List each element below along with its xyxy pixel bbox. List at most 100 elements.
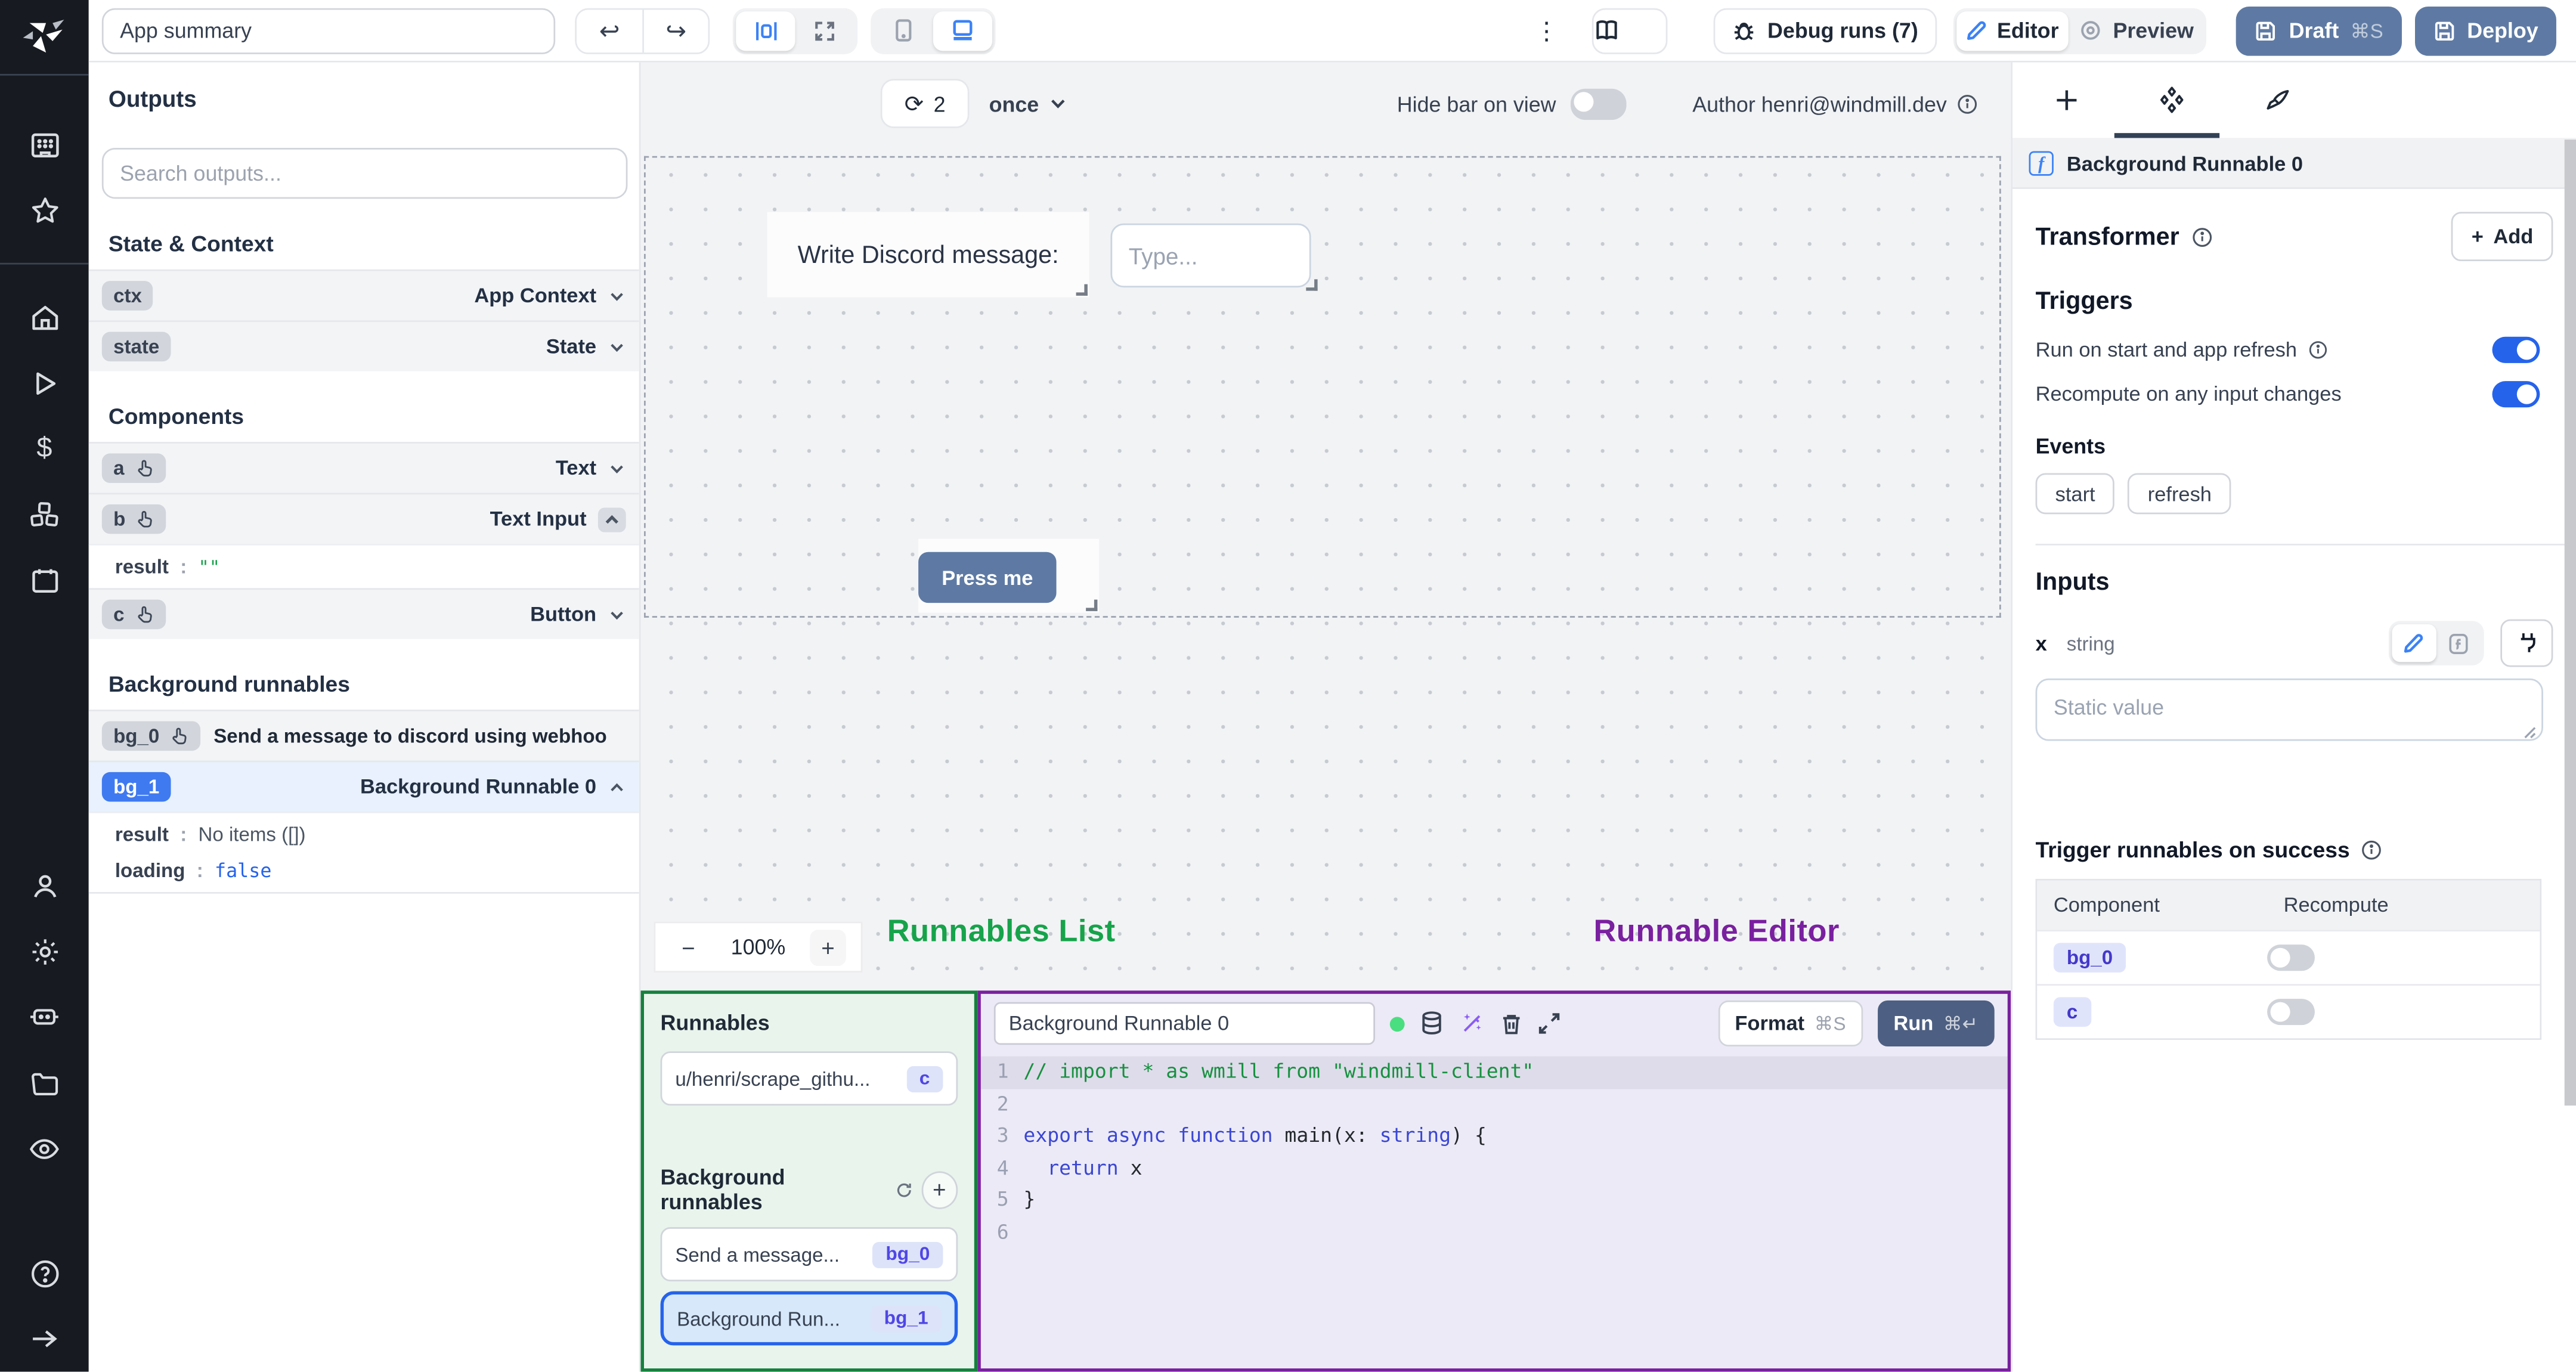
settings-components-tab-icon[interactable] — [2157, 85, 2187, 116]
runnable-item-bg0[interactable]: Send a message... bg_0 — [660, 1227, 958, 1282]
rail-schedules-icon[interactable] — [0, 547, 89, 612]
output-row-c[interactable]: c Button — [88, 588, 639, 639]
redo-button[interactable]: ↪ — [642, 9, 708, 52]
runnable-item-badge: bg_0 — [872, 1241, 943, 1268]
chevron-down-icon[interactable] — [608, 337, 626, 355]
chevron-up-icon[interactable] — [608, 778, 626, 796]
zoom-out-button[interactable]: − — [670, 929, 707, 965]
frequency-dropdown[interactable]: once — [989, 91, 1069, 116]
output-row-bg0[interactable]: bg_0 Send a message to discord using web… — [88, 710, 639, 761]
rail-resources-icon[interactable] — [0, 481, 89, 547]
resize-handle[interactable] — [1086, 599, 1098, 611]
c-ref-badge[interactable]: c — [2053, 997, 2091, 1027]
center-layout-button[interactable] — [736, 10, 795, 51]
canvas-grid-container[interactable]: Write Discord message: Press me — [643, 156, 2001, 618]
code-line[interactable]: 6 — [981, 1217, 2008, 1249]
runnable-item-bg1-selected[interactable]: Background Run... bg_1 — [660, 1292, 958, 1346]
right-panel-scrollbar[interactable] — [2564, 140, 2576, 1106]
editor-tab-label: Editor — [1997, 18, 2059, 43]
button-component-c[interactable]: Press me — [918, 538, 1100, 613]
c-recompute-toggle[interactable] — [2267, 999, 2315, 1026]
docs-button[interactable] — [1592, 7, 1667, 54]
insert-component-tab-icon[interactable] — [2052, 87, 2082, 113]
hide-bar-toggle[interactable] — [1571, 88, 1627, 119]
c-type-label: Button — [530, 603, 597, 626]
styling-tab-icon[interactable] — [2262, 86, 2292, 114]
recompute-icon — [897, 1183, 911, 1197]
expand-icon[interactable] — [1538, 1012, 1561, 1036]
add-transformer-button[interactable]: + Add — [2451, 212, 2553, 262]
expr-mode-button[interactable] — [2436, 624, 2481, 662]
line-number: 2 — [996, 1092, 1009, 1116]
rail-home-icon[interactable] — [0, 284, 89, 350]
rail-audit-icon[interactable] — [0, 1116, 89, 1182]
rail-apps-icon[interactable] — [0, 112, 89, 177]
runnable-item-c[interactable]: u/henri/scrape_githu... c — [660, 1052, 958, 1107]
editor-tab[interactable]: Editor — [1956, 10, 2069, 51]
code-line[interactable]: 1// import * as wmill from "windmill-cli… — [980, 1057, 2008, 1089]
textinput-component-b[interactable] — [1110, 212, 1324, 297]
debug-runs-button[interactable]: Debug runs (7) — [1713, 7, 1937, 54]
output-row-state[interactable]: state State — [88, 320, 639, 371]
bg0-recompute-toggle[interactable] — [2267, 944, 2315, 971]
fullscreen-layout-button[interactable] — [795, 11, 854, 50]
rail-help-icon[interactable] — [0, 1241, 89, 1306]
undo-button[interactable]: ↩ — [577, 9, 643, 52]
rail-runs-icon[interactable] — [0, 350, 89, 416]
chevron-down-icon[interactable] — [608, 287, 626, 305]
code-line[interactable]: 4 return x — [981, 1153, 2008, 1185]
rail-billing-icon[interactable]: $ — [0, 416, 89, 481]
chevron-up-icon[interactable] — [597, 506, 626, 532]
rail-user-icon[interactable] — [0, 853, 89, 919]
format-button[interactable]: Format ⌘S — [1718, 1001, 1863, 1047]
deploy-button[interactable]: Deploy — [2414, 5, 2556, 55]
run-button[interactable]: Run ⌘↵ — [1877, 1001, 1995, 1047]
delete-icon[interactable] — [1500, 1012, 1523, 1036]
code-line[interactable]: 2 — [981, 1089, 2008, 1121]
run-on-start-toggle[interactable] — [2492, 336, 2540, 363]
static-mode-button[interactable] — [2392, 624, 2436, 662]
app-canvas[interactable]: Write Discord message: Press me — [640, 144, 2011, 992]
bg1-loading-row: loading: false — [88, 856, 639, 893]
resize-handle[interactable] — [1076, 284, 1088, 296]
rail-workers-icon[interactable] — [0, 984, 89, 1050]
static-value-textarea[interactable] — [2035, 678, 2543, 741]
output-row-a[interactable]: a Text — [88, 442, 639, 493]
mobile-view-button[interactable] — [874, 11, 933, 50]
text-component-a[interactable]: Write Discord message: — [767, 212, 1089, 298]
search-outputs-input[interactable] — [101, 147, 628, 199]
rail-settings-icon[interactable] — [0, 919, 89, 984]
runnable-name-input[interactable] — [993, 1002, 1376, 1046]
resize-handle[interactable] — [1306, 279, 1318, 291]
output-row-b[interactable]: b Text Input — [88, 493, 639, 544]
refresh-count-button[interactable]: ⟳ 2 — [880, 79, 970, 128]
windmill-logo-icon[interactable] — [20, 17, 69, 60]
rail-folders-icon[interactable] — [0, 1050, 89, 1116]
event-chip-start[interactable]: start — [2035, 473, 2115, 515]
preview-tab[interactable]: Preview — [2069, 11, 2203, 50]
code-editor[interactable]: 1// import * as wmill from "windmill-cli… — [980, 1054, 2008, 1369]
zoom-in-button[interactable]: + — [810, 929, 846, 965]
code-line[interactable]: 3 export async function main(x: string) { — [981, 1121, 2008, 1153]
desktop-view-button[interactable] — [933, 10, 993, 51]
event-chip-refresh[interactable]: refresh — [2128, 473, 2232, 515]
press-me-button[interactable]: Press me — [918, 552, 1057, 603]
output-row-ctx[interactable]: ctx App Context — [88, 269, 639, 321]
draft-button[interactable]: Draft ⌘S — [2236, 5, 2402, 55]
rail-favorites-icon[interactable] — [0, 178, 89, 243]
textarea-resize-grip[interactable] — [2520, 723, 2537, 739]
code-line[interactable]: 5} — [981, 1185, 2008, 1217]
recompute-inputs-toggle[interactable] — [2492, 381, 2540, 408]
rail-collapse-icon[interactable] — [0, 1306, 89, 1372]
connect-input-button[interactable] — [2500, 619, 2553, 667]
chevron-down-icon[interactable] — [608, 459, 626, 477]
app-summary-input[interactable] — [101, 7, 556, 54]
output-row-bg1[interactable]: bg_1 Background Runnable 0 — [88, 760, 639, 812]
bg0-ref-badge[interactable]: bg_0 — [2053, 943, 2126, 973]
discord-message-input[interactable] — [1110, 223, 1311, 288]
more-menu-button[interactable]: ⋮ — [1534, 16, 1559, 45]
add-background-runnable-button[interactable]: + — [921, 1170, 958, 1209]
ai-wand-icon[interactable] — [1459, 1011, 1485, 1037]
chevron-down-icon[interactable] — [608, 605, 626, 623]
cache-icon[interactable] — [1419, 1011, 1444, 1037]
